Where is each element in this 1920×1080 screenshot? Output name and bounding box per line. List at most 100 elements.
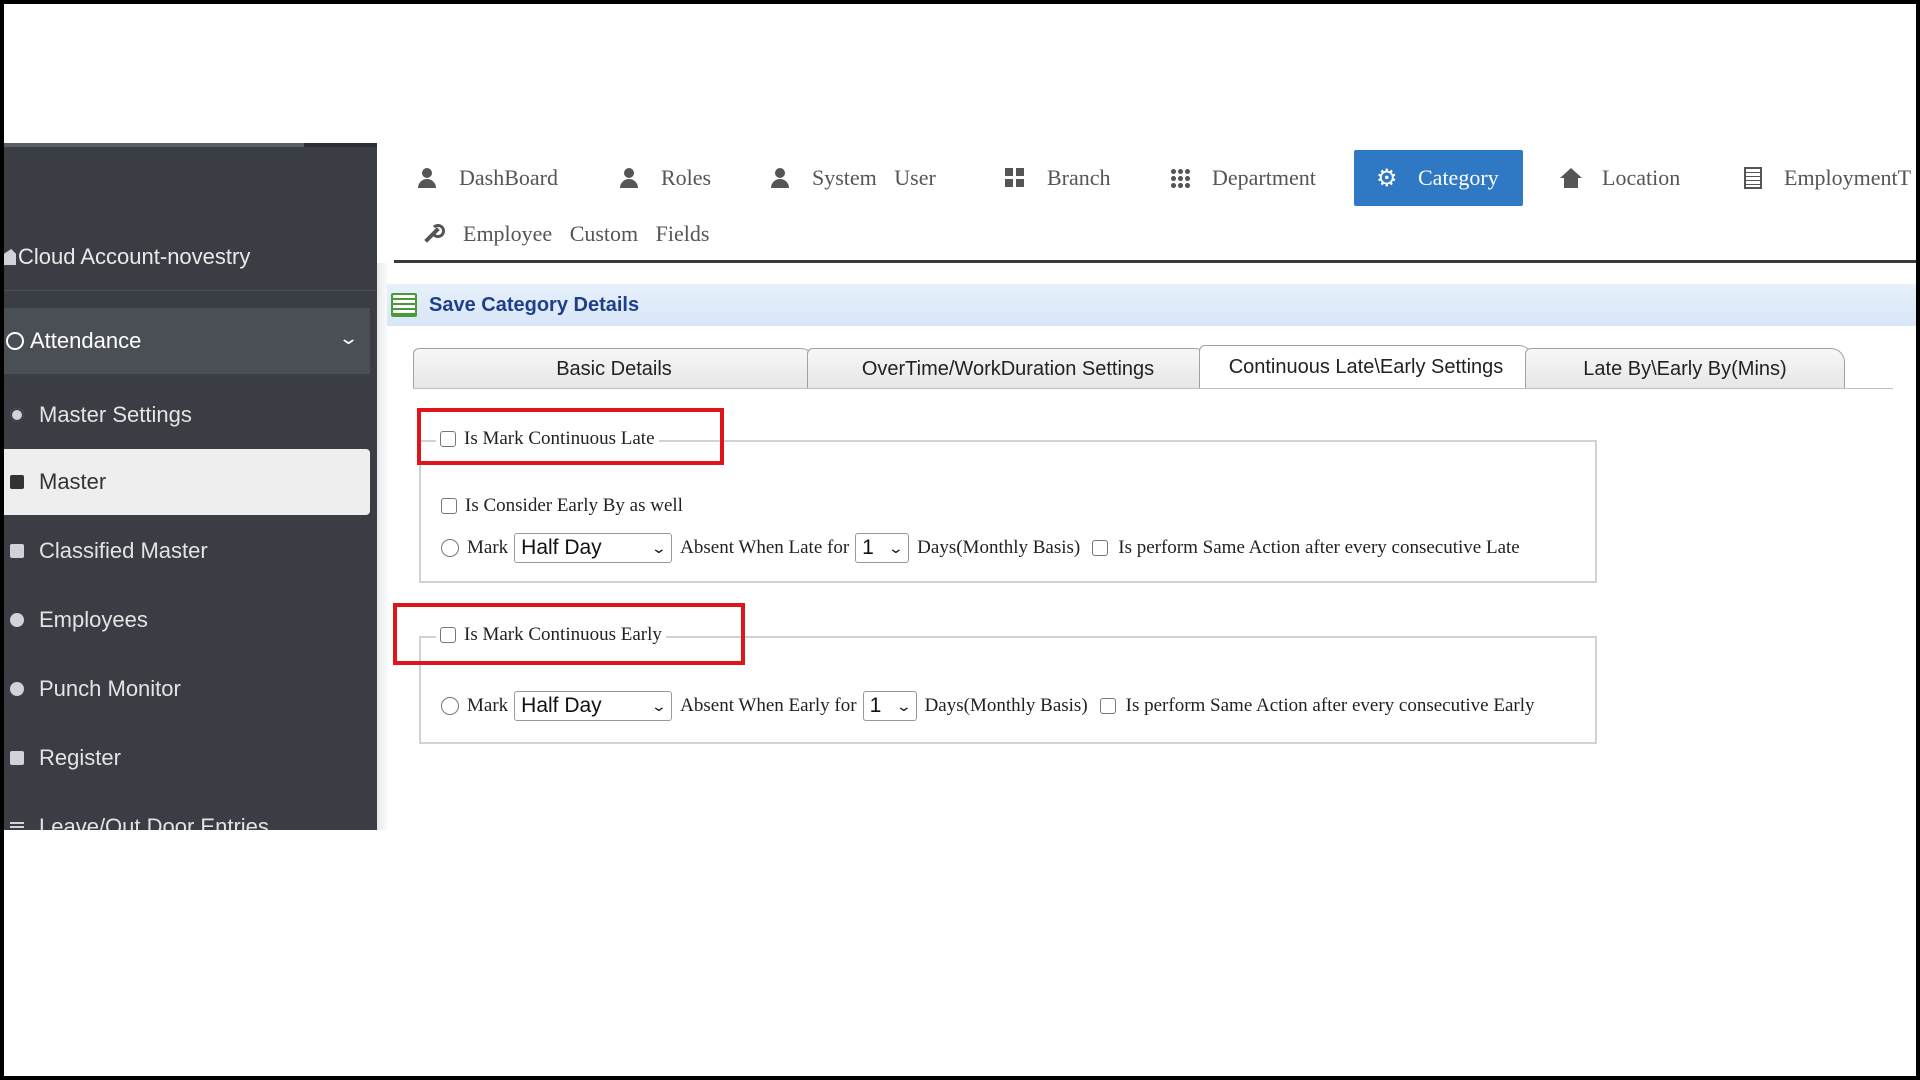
user-icon <box>770 168 790 188</box>
early-mark-radio[interactable] <box>441 697 459 715</box>
tab-basic-details[interactable]: Basic Details <box>413 348 815 389</box>
gear-icon: ⚙ <box>1376 164 1398 192</box>
late-mark-value: Half Day <box>521 536 602 559</box>
tab-overtime-settings[interactable]: OverTime/WorkDuration Settings <box>807 348 1209 389</box>
highlight-box-late <box>417 408 724 465</box>
document-icon <box>1744 167 1762 189</box>
sidebar-item-master-settings[interactable]: Master Settings <box>4 382 370 448</box>
nav-item-location[interactable]: Location <box>1560 150 1680 206</box>
sidebar-item-master[interactable]: Master <box>4 449 370 515</box>
nav-item-label: DashBoard <box>459 165 558 190</box>
sidebar-item-register[interactable]: Register <box>4 725 370 791</box>
clock-icon <box>6 332 24 350</box>
chevron-down-icon: ⌄ <box>888 539 905 556</box>
nav-item-label: EmploymentT <box>1784 165 1912 190</box>
late-action-row: Mark Half Day ⌄ Absent When Late for 1 ⌄… <box>441 532 1520 564</box>
account-label: Cloud Account-novestry <box>18 244 251 269</box>
nav-item-dashboard[interactable]: DashBoard <box>417 150 558 206</box>
tab-label: Continuous Late\Early Settings <box>1228 355 1504 378</box>
form-icon <box>391 293 417 317</box>
early-days-select[interactable]: 1 ⌄ <box>862 691 917 721</box>
sidebar-item-leave-out-door[interactable]: Leave/Out Door Entries <box>4 794 370 830</box>
early-days-label: Days(Monthly Basis) <box>924 695 1088 716</box>
tab-late-by-early-by[interactable]: Late By\Early By(Mins) <box>1525 348 1845 389</box>
sidebar-item-label: Master <box>39 469 107 494</box>
square-icon <box>10 475 24 489</box>
nav-item-employee-custom-fields[interactable]: Employee Custom Fields <box>421 206 709 262</box>
late-mark-radio[interactable] <box>441 539 459 557</box>
late-days-value: 1 <box>862 536 874 559</box>
late-absent-label: Absent When Late for <box>680 537 850 558</box>
nav-item-label: System User <box>812 165 936 190</box>
section-label: Attendance <box>30 328 142 353</box>
chevron-down-icon: ⌄ <box>895 697 912 714</box>
circle-icon <box>10 682 24 696</box>
apps-icon <box>1170 168 1190 188</box>
sidebar: Cloud Account-novestry Attendance ⌄ Mast… <box>4 143 377 830</box>
account-name[interactable]: Cloud Account-novestry <box>4 239 250 275</box>
chevron-down-icon: ⌄ <box>651 697 668 714</box>
early-absent-label: Absent When Early for <box>680 695 857 716</box>
highlight-box-early <box>393 603 745 665</box>
sidebar-section-attendance[interactable]: Attendance ⌄ <box>4 308 370 374</box>
late-mark-select[interactable]: Half Day ⌄ <box>514 533 673 563</box>
late-days-select[interactable]: 1 ⌄ <box>855 533 910 563</box>
sidebar-top-line <box>4 143 304 147</box>
sidebar-item-label: Punch Monitor <box>39 676 181 701</box>
early-repeat-label: Is perform Same Action after every conse… <box>1125 695 1535 716</box>
late-repeat-checkbox[interactable] <box>1092 540 1109 556</box>
panel-header: Save Category Details <box>387 284 1920 326</box>
grid-icon <box>1005 168 1025 188</box>
nav-item-branch[interactable]: Branch <box>1005 150 1111 206</box>
late-mark-label: Mark <box>467 537 509 558</box>
sidebar-item-label: Master Settings <box>39 402 192 427</box>
consider-early-checkbox[interactable] <box>441 498 457 514</box>
tab-label: Basic Details <box>556 357 672 380</box>
sidebar-top-line-dark <box>304 143 377 147</box>
nav-item-department[interactable]: Department <box>1170 150 1316 206</box>
nav-item-roles[interactable]: Roles <box>619 150 711 206</box>
early-mark-label: Mark <box>467 695 509 716</box>
top-nav: DashBoard Roles System User Branch Depar… <box>377 143 1920 263</box>
main-content: DashBoard Roles System User Branch Depar… <box>377 143 1920 830</box>
early-mark-value: Half Day <box>521 694 602 717</box>
nav-item-label: Category <box>1418 165 1499 190</box>
early-days-value: 1 <box>869 694 882 717</box>
nav-item-label: Department <box>1212 165 1316 190</box>
user-icon <box>417 168 437 188</box>
nav-item-label: Roles <box>661 165 712 190</box>
gear-icon <box>10 408 24 422</box>
nav-item-employment-type[interactable]: EmploymentT <box>1744 150 1911 206</box>
early-action-row: Mark Half Day ⌄ Absent When Early for 1 … <box>441 690 1535 722</box>
tab-label: Late By\Early By(Mins) <box>1583 357 1787 380</box>
chevron-down-icon: ⌄ <box>651 539 668 556</box>
early-mark-select[interactable]: Half Day ⌄ <box>514 691 673 721</box>
cloud-icon <box>4 249 16 265</box>
list-icon <box>10 822 24 830</box>
sidebar-item-label: Leave/Out Door Entries <box>39 814 269 830</box>
settings-tabs: Basic Details OverTime/WorkDuration Sett… <box>377 345 1920 390</box>
late-days-label: Days(Monthly Basis) <box>917 537 1081 558</box>
sidebar-item-employees[interactable]: Employees <box>4 587 370 653</box>
nav-item-label: Employee Custom Fields <box>463 221 710 246</box>
tab-label: OverTime/WorkDuration Settings <box>861 357 1155 380</box>
early-repeat-checkbox[interactable] <box>1099 698 1116 714</box>
nav-item-category[interactable]: ⚙ Category <box>1354 150 1523 206</box>
sidebar-item-label: Employees <box>39 607 148 632</box>
users-icon <box>10 613 24 627</box>
home-icon <box>1560 168 1582 188</box>
consider-early-row: Is Consider Early By as well <box>441 494 683 518</box>
square-icon <box>10 544 24 558</box>
tab-continuous-late-early[interactable]: Continuous Late\Early Settings <box>1199 345 1533 388</box>
app-window: Cloud Account-novestry Attendance ⌄ Mast… <box>4 143 1920 830</box>
nav-item-label: Location <box>1602 165 1681 190</box>
sidebar-item-classified-master[interactable]: Classified Master <box>4 518 370 584</box>
nav-item-system-user[interactable]: System User <box>770 150 936 206</box>
nav-item-label: Branch <box>1047 165 1111 190</box>
wrench-icon <box>421 224 445 244</box>
sidebar-item-punch-monitor[interactable]: Punch Monitor <box>4 656 370 722</box>
chevron-down-icon: ⌄ <box>337 328 360 348</box>
consider-early-label: Is Consider Early By as well <box>465 495 683 516</box>
sidebar-item-label: Classified Master <box>39 538 208 563</box>
tab-baseline <box>413 388 1893 389</box>
